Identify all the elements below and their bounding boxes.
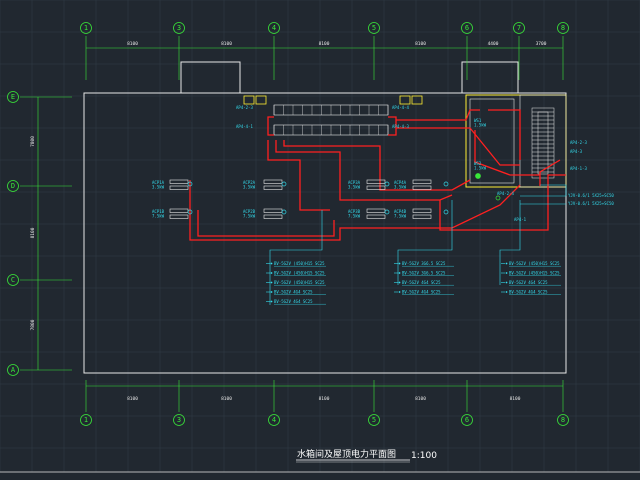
- dimension-text: 3700: [536, 41, 547, 47]
- circuit-label: BV-5G2V (450)H15 SC25: [274, 271, 325, 276]
- dimension-text: 8100: [127, 396, 138, 402]
- equipment-label: ACP3A 3.5kW: [348, 180, 361, 190]
- drawing-title: 水箱间及屋顶电力平面图: [297, 448, 396, 460]
- circuit-label: BV-5G2V 4G4 SC25: [274, 290, 313, 295]
- circuit-label: BV-5G2V 3G6.5 SC25: [402, 271, 446, 276]
- panel-label: AP4-4-1: [236, 124, 253, 129]
- circuit-label: BV-5G2V (450)H15 SC25: [509, 271, 560, 276]
- equipment-label: ACP3B 7.5kW: [348, 209, 361, 219]
- dimension-text: 8100: [510, 396, 521, 402]
- axis-bubble-label: 5: [372, 24, 376, 32]
- circuit-label: BV-5G2V 4G4 SC25: [402, 280, 441, 285]
- dimension-text: 8100: [30, 227, 36, 238]
- circuit-schedule-right: BV-5G2V (450)H15 SC25 BV-5G2V (450)H15 SC…: [501, 261, 561, 295]
- dimension-text: 8100: [127, 41, 138, 47]
- axis-bubble-label: 3: [177, 416, 181, 424]
- equipment-label: ACP2A 3.5kW: [243, 180, 256, 190]
- equipment-box: [412, 214, 432, 219]
- axis-bubble-label: 8: [561, 24, 565, 32]
- distribution-panels-top: [243, 95, 423, 136]
- circuit-label: BV-5G2V 4G4 SC25: [402, 290, 441, 295]
- panel-label: AP4-2-3: [236, 105, 253, 110]
- axis-bubble-label: 1: [84, 416, 88, 424]
- equipment-box: [366, 214, 386, 219]
- dimension-text: 8100: [415, 41, 426, 47]
- drawing-title-block: 水箱间及屋顶电力平面图 1:100: [296, 448, 437, 463]
- panel-label: AP4-4-3: [392, 124, 409, 129]
- equipment-label: WS2 1.5kW: [474, 161, 487, 171]
- axis-bubbles-left: E D C A: [7, 91, 19, 376]
- circuit-label: BV-5G2V (450)H15 SC25: [274, 261, 325, 266]
- circuit-schedule-middle: BV-5G2V 3G6.5 SC25 BV-5G2V 3G6.5 SC25 BV-5…: [394, 261, 454, 295]
- dimension-text: 8100: [319, 41, 330, 47]
- dimension-text: 8100: [221, 396, 232, 402]
- equipment-label: ACP1A 3.5kW: [152, 180, 165, 190]
- equipment-box: [263, 208, 283, 213]
- equipment-box: [169, 208, 189, 213]
- dimension-text-top: 8100 8100 8100 8100 4400 3700: [127, 41, 547, 47]
- axis-bubble-label: E: [11, 93, 15, 101]
- equipment-box: [366, 179, 386, 184]
- axis-bubble-label: 4: [272, 416, 276, 424]
- axis-bubble-label: 4: [272, 24, 276, 32]
- equipment-label: ACP1B 7.5kW: [152, 209, 165, 219]
- panel-label: AP4-3: [570, 149, 583, 154]
- equipment-box: [169, 185, 189, 190]
- equipment-label: ACP2B 7.5kW: [243, 209, 256, 219]
- axis-bubble-label: 7: [517, 24, 521, 32]
- circuit-label: BV-5G2V 4G4 SC25: [509, 280, 548, 285]
- axis-bubble-label: 3: [177, 24, 181, 32]
- axis-bubble-label: C: [11, 276, 15, 284]
- dimension-text-bottom: 8100 8100 8100 8100 8100: [127, 396, 521, 402]
- panel-label: AP4-2-3: [570, 140, 587, 145]
- drawing-scale: 1:100: [411, 451, 437, 461]
- feed-cable-label: YJV-0.6/1 5X25+SC50: [568, 193, 614, 198]
- dimension-text: 7800: [30, 319, 36, 330]
- equipment-units: ACP1A 3.5kW ACP1B 7.5kW ACP2A 3.5kW ACP2B 7.5kW…: [152, 118, 487, 219]
- circuit-label: BV-5G2V 3G6.5 SC25: [402, 261, 446, 266]
- axis-bubble-label: 5: [372, 416, 376, 424]
- circuit-schedule-left: BV-5G2V (450)H15 SC25 BV-5G2V (450)H15 SC…: [266, 261, 326, 305]
- panel-label: AP4-1: [514, 217, 527, 222]
- axis-bubble-label: 8: [561, 416, 565, 424]
- equipment-box: [169, 214, 189, 219]
- axis-bubble-label: 6: [465, 24, 469, 32]
- equipment-label: WS1 1.5kW: [474, 118, 487, 128]
- dimension-text: 7800: [30, 136, 36, 147]
- equipment-box: [263, 179, 283, 184]
- circuit-label: BV-5G2V (450)H15 SC25: [509, 261, 560, 266]
- equipment-box: [263, 185, 283, 190]
- axis-bubble-label: 1: [84, 24, 88, 32]
- equipment-label: ACP4A 3.5kW: [394, 180, 407, 190]
- dimension-text-left: 7800 8100 7800: [30, 136, 36, 331]
- equipment-box: [263, 214, 283, 219]
- circuit-label: BV-5G2V 4G4 SC25: [509, 290, 548, 295]
- equipment-box: [169, 179, 189, 184]
- panel-labels: AP4-2-3 AP4-4-1 AP4-4-4 AP4-4-3 AP4-2-3 …: [236, 105, 587, 222]
- equipment-box: [366, 185, 386, 190]
- dimension-text: 8100: [415, 396, 426, 402]
- axis-bubble-label: D: [11, 182, 15, 190]
- feed-cable-label: YJV-0.6/1 5X25+SC50: [568, 201, 614, 206]
- axis-bubble-label: 6: [465, 416, 469, 424]
- dimension-text: 8100: [319, 396, 330, 402]
- equipment-box: [412, 185, 432, 190]
- axis-bubble-label: A: [11, 366, 16, 374]
- panel-label: AP4-2-4: [497, 191, 514, 196]
- circuit-label: BV-5G2V 4G4 SC25: [274, 299, 313, 304]
- feed-cable-labels: YJV-0.6/1 5X25+SC50 YJV-0.6/1 5X25+SC50: [568, 193, 614, 206]
- equipment-label: ACP4B 7.5kW: [394, 209, 407, 219]
- dimension-text: 8100: [221, 41, 232, 47]
- junction-nodes: [187, 173, 501, 215]
- panel-label: AP4-1-3: [570, 166, 587, 171]
- equipment-box: [412, 208, 432, 213]
- panel-label: AP4-4-4: [392, 105, 409, 110]
- equipment-box: [366, 208, 386, 213]
- equipment-box: [412, 179, 432, 184]
- cad-drawing-canvas: 8100 8100 8100 8100 4400 3700 8100 8100 8100 810…: [0, 0, 640, 473]
- dimension-text: 4400: [488, 41, 499, 47]
- leader-lines: [269, 184, 567, 305]
- power-wiring: [189, 109, 566, 241]
- circuit-label: BV-5G2V (450)H15 SC25: [274, 280, 325, 285]
